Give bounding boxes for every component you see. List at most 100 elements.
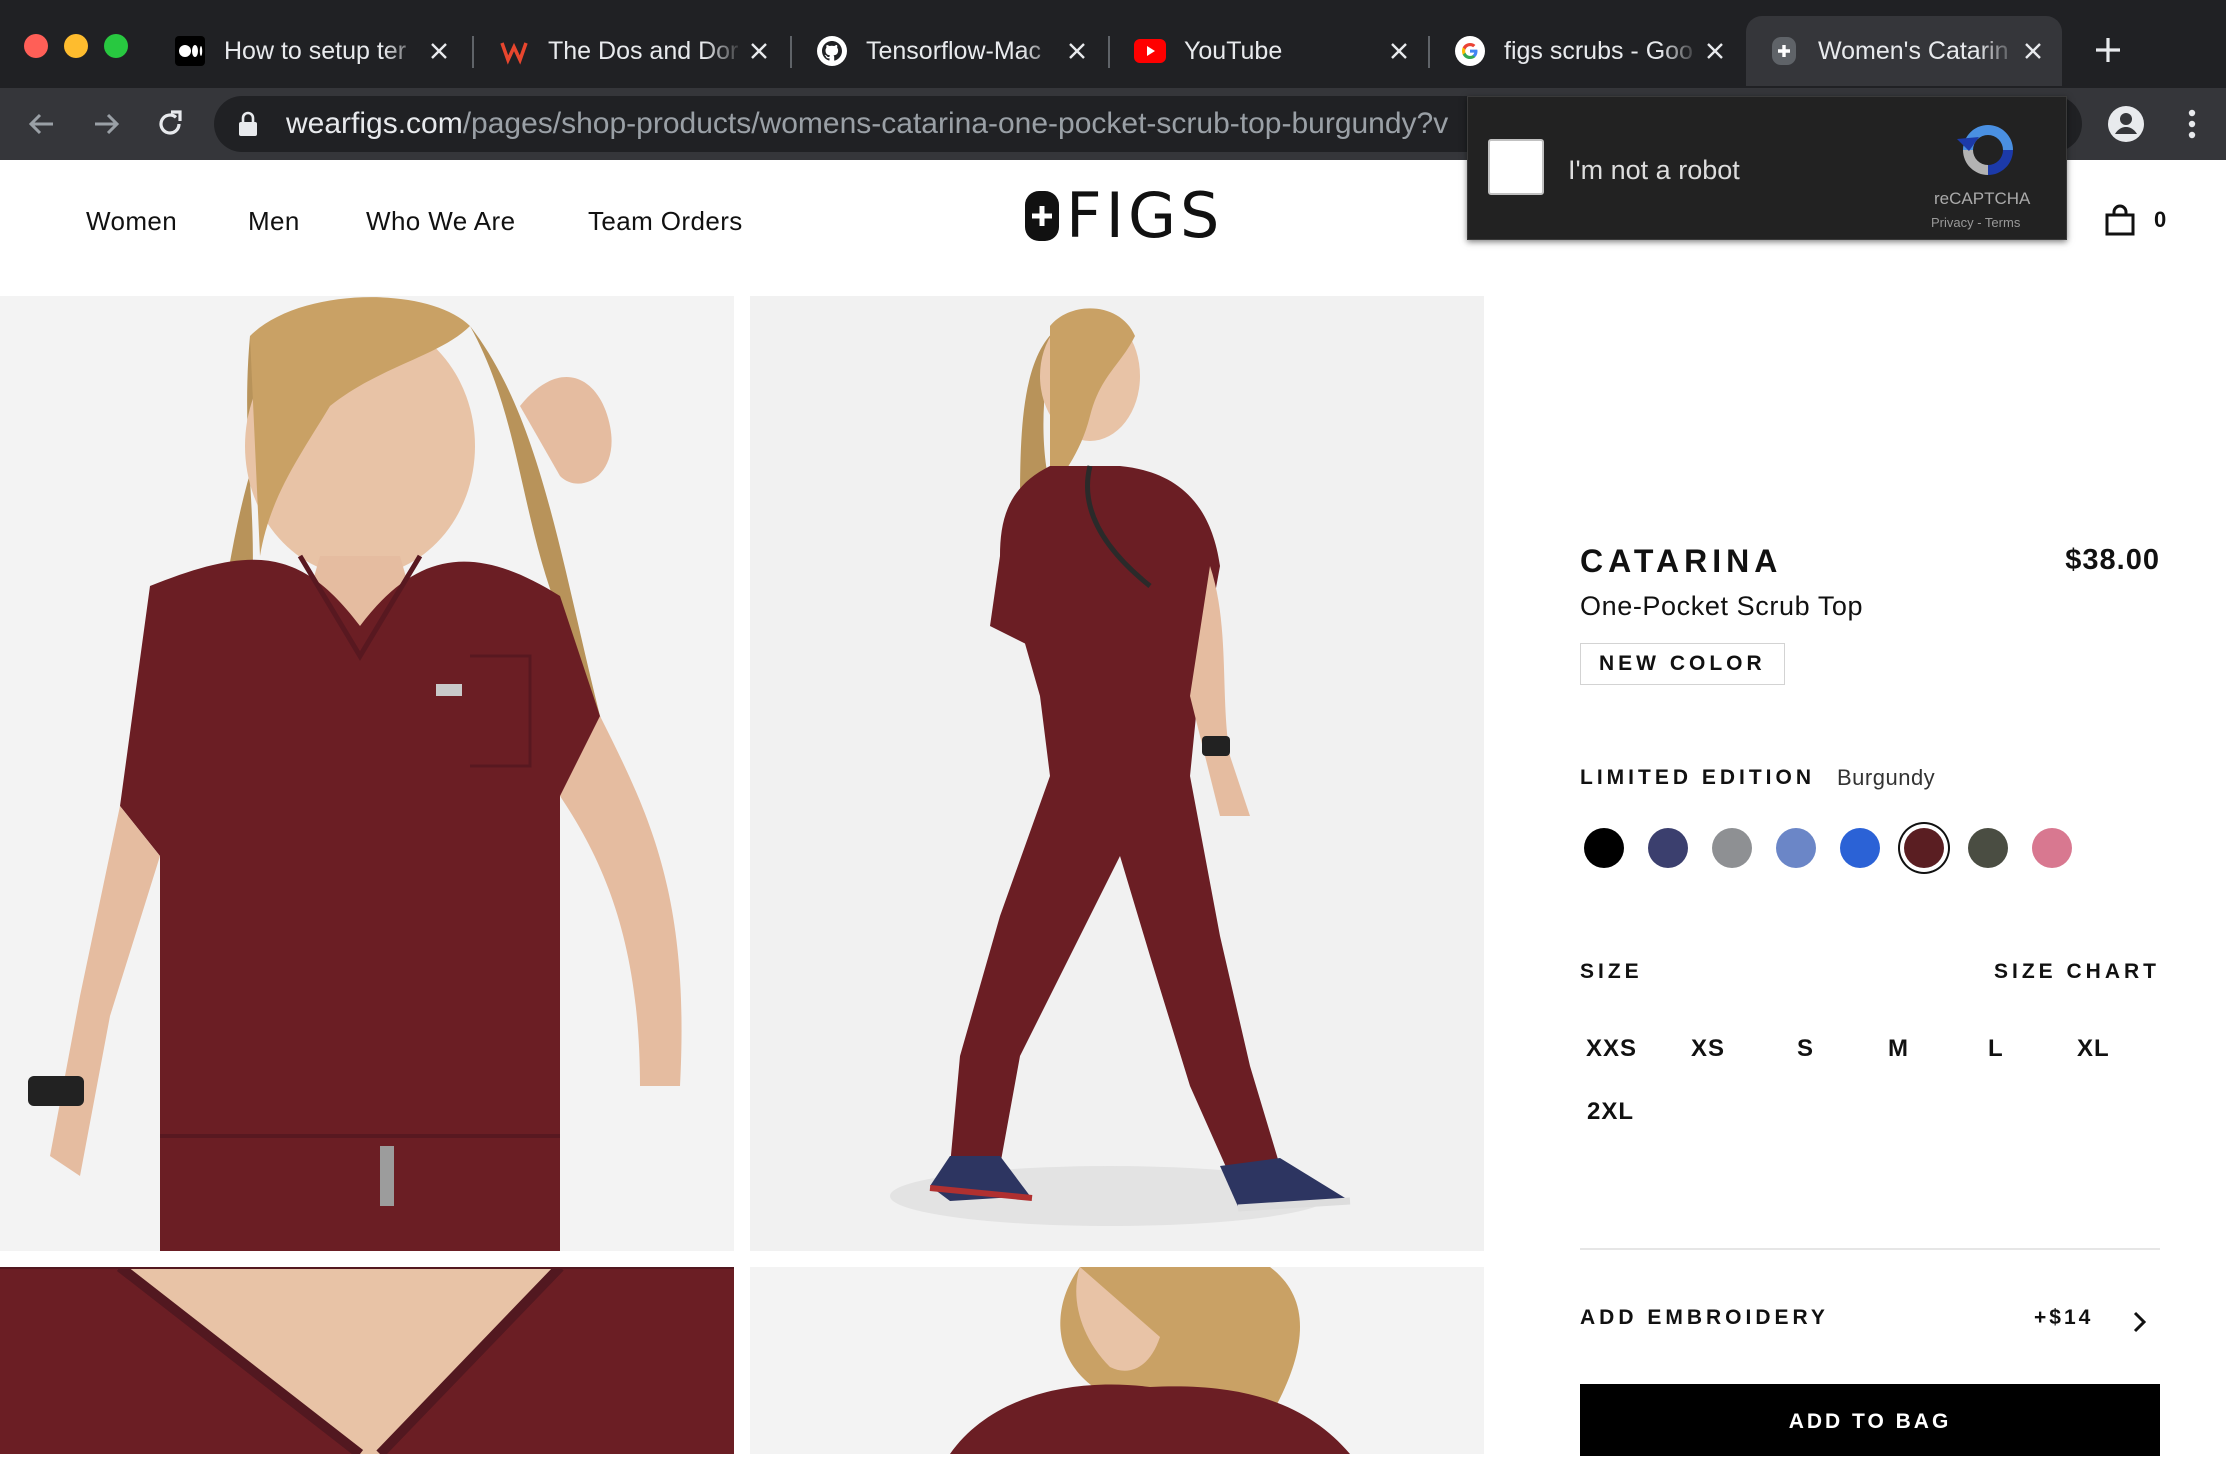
product-photo-side[interactable] (750, 296, 1484, 1251)
lock-icon (238, 111, 266, 137)
tab-womens-catarina[interactable]: Women's Catarin (1746, 16, 2062, 86)
google-icon (1454, 35, 1486, 67)
tab-strip: How to setup ter The Dos and Dor Tensorf… (0, 0, 2226, 88)
product-photo-detail-neckline[interactable] (0, 1267, 734, 1454)
plus-icon (2096, 38, 2120, 62)
size-option-l[interactable]: L (1988, 1035, 2004, 1063)
product-subtitle: One-Pocket Scrub Top (1580, 591, 1864, 621)
figs-logo[interactable]: FIGS (1024, 179, 1224, 252)
add-embroidery-row[interactable]: ADD EMBROIDERY +$14 (1580, 1300, 2160, 1340)
color-swatch[interactable] (1968, 828, 2008, 868)
color-swatch[interactable] (1584, 828, 1624, 868)
size-label: SIZE (1580, 960, 1643, 983)
tab-separator (1428, 36, 1430, 68)
tab-separator (472, 36, 474, 68)
color-swatch[interactable] (1648, 828, 1688, 868)
recaptcha-widget: I'm not a robot reCAPTCHA Privacy - Term… (1467, 96, 2067, 240)
reload-icon (159, 110, 182, 135)
product-photo-front[interactable] (0, 296, 734, 1251)
reload-button[interactable] (146, 100, 194, 148)
kebab-menu-icon (2188, 109, 2196, 139)
github-icon (816, 35, 848, 67)
tab-dos-and-donts[interactable]: The Dos and Dor (476, 16, 788, 86)
url-host: wearfigs.com (286, 107, 463, 140)
product-photo-detail-back[interactable] (750, 1267, 1484, 1454)
recaptcha-checkbox[interactable] (1488, 139, 1544, 195)
back-button[interactable] (18, 100, 66, 148)
tab-github[interactable]: Tensorflow-Mac (794, 16, 1106, 86)
new-tab-button[interactable] (2088, 30, 2128, 70)
arrow-right-icon (95, 113, 120, 135)
figs-icon (1768, 35, 1800, 67)
size-option-xxs[interactable]: XXS (1586, 1035, 1637, 1063)
product-price: $38.00 (2065, 544, 2160, 576)
size-option-xl[interactable]: XL (2077, 1035, 2110, 1063)
tab-youtube[interactable]: YouTube (1112, 16, 1428, 86)
close-tab-icon[interactable] (424, 36, 454, 66)
tab-separator (1108, 36, 1110, 68)
color-swatch[interactable] (1840, 828, 1880, 868)
tab-title: YouTube (1184, 36, 1283, 65)
back-detail-illustration (750, 1267, 1484, 1454)
nav-women[interactable]: Women (86, 206, 177, 237)
chevron-right-icon (2133, 1311, 2147, 1333)
embroidery-label: ADD EMBROIDERY (1580, 1306, 1829, 1329)
size-chart-link[interactable]: SIZE CHART (1994, 960, 2160, 984)
size-option-2xl[interactable]: 2XL (1587, 1098, 1634, 1126)
w-logo-icon (498, 35, 530, 67)
close-tab-icon[interactable] (1700, 36, 1730, 66)
model-walking-illustration (750, 296, 1484, 1251)
close-tab-icon[interactable] (2018, 36, 2048, 66)
tab-title: How to setup ter (224, 36, 407, 65)
minimize-window-button[interactable] (64, 34, 88, 58)
tab-separator (790, 36, 792, 68)
color-swatch[interactable] (1776, 828, 1816, 868)
arrow-left-icon (28, 113, 53, 135)
size-option-m[interactable]: M (1888, 1035, 1909, 1063)
tab-medium[interactable]: How to setup ter (152, 16, 468, 86)
close-tab-icon[interactable] (744, 36, 774, 66)
medium-icon (174, 35, 206, 67)
color-edition-label: LIMITED EDITION (1580, 766, 1815, 789)
forward-button[interactable] (82, 100, 130, 148)
selected-color-name: Burgundy (1837, 765, 1936, 790)
tab-title: figs scrubs - Goo (1504, 36, 1693, 65)
close-tab-icon[interactable] (1062, 36, 1092, 66)
add-to-bag-button[interactable]: ADD TO BAG (1580, 1384, 2160, 1456)
tab-title: Tensorflow-Mac (866, 36, 1042, 65)
tab-google-search[interactable]: figs scrubs - Goo (1432, 16, 1744, 86)
neckline-detail-illustration (0, 1267, 734, 1454)
account-circle-icon (2108, 106, 2144, 142)
size-option-xs[interactable]: XS (1691, 1035, 1725, 1063)
nav-team-orders[interactable]: Team Orders (588, 206, 743, 237)
close-window-button[interactable] (24, 34, 48, 58)
recaptcha-logo-icon (1957, 125, 2013, 175)
browser-menu-button[interactable] (2168, 100, 2216, 148)
size-option-s[interactable]: S (1797, 1035, 1814, 1063)
model-front-illustration (0, 296, 734, 1251)
nav-men[interactable]: Men (248, 206, 300, 237)
product-name: CATARINA (1580, 543, 1783, 579)
divider (1580, 1248, 2160, 1250)
tab-title: Women's Catarin (1818, 36, 2009, 65)
webpage: Women Men Who We Are Team Orders FIGS 0 (0, 160, 2226, 1456)
shopping-bag-button[interactable]: 0 (2104, 204, 2166, 236)
bag-icon (2105, 204, 2135, 236)
bag-count: 0 (2154, 207, 2167, 232)
recaptcha-privacy-terms[interactable]: Privacy - Terms (1931, 215, 2020, 230)
logo-wordmark: FIGS (1066, 179, 1224, 252)
tab-title: The Dos and Dor (548, 36, 739, 65)
color-swatch[interactable] (2032, 828, 2072, 868)
profile-button[interactable] (2102, 100, 2150, 148)
figs-mark-icon (1025, 191, 1059, 241)
recaptcha-brand: reCAPTCHA (1934, 189, 2031, 208)
color-swatch[interactable] (1712, 828, 1752, 868)
color-swatch[interactable] (1904, 828, 1944, 868)
recaptcha-label: I'm not a robot (1568, 155, 1740, 185)
zoom-window-button[interactable] (104, 34, 128, 58)
close-tab-icon[interactable] (1384, 36, 1414, 66)
nav-who-we-are[interactable]: Who We Are (366, 206, 515, 237)
new-color-badge: NEW COLOR (1580, 643, 1785, 685)
youtube-icon (1134, 35, 1166, 67)
embroidery-price: +$14 (2034, 1306, 2094, 1329)
